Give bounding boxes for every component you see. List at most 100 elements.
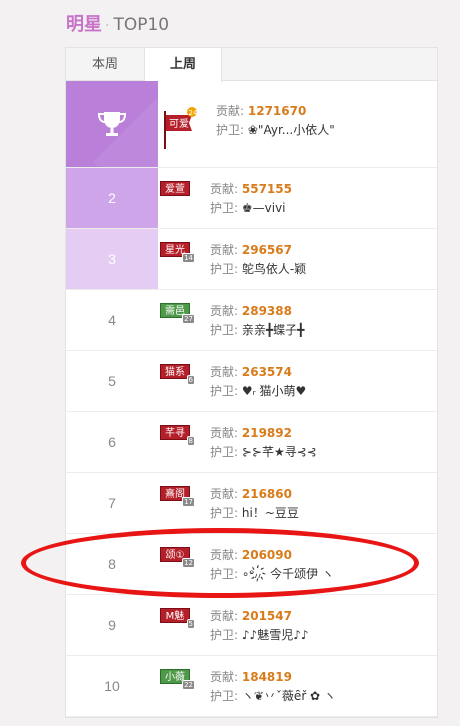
ranking-widget: 明星 · TOP10 本周 上周 可爱 24 贡献: 1271670 护卫: ❀… <box>0 0 460 726</box>
tab-this-week[interactable]: 本周 <box>66 48 144 81</box>
row-content: 需邑 27 贡献: 289388 护卫: 亲亲╋蝶子╋ <box>158 290 437 350</box>
contribution-value: 216860 <box>241 487 292 501</box>
row-info: 贡献: 289388 护卫: 亲亲╋蝶子╋ <box>210 302 304 340</box>
fan-badge: 猫系 6 <box>160 364 195 385</box>
ranking-row-8[interactable]: 8 颂① 12 贡献: 206090 护卫: ∘ᵒ៸៸҉ 今千颂伊 ヽ <box>66 534 437 595</box>
contribution-label: 贡献: <box>210 365 239 379</box>
guard-name[interactable]: ∘ᵒ៸៸҉ 今千颂伊 ヽ <box>242 567 334 581</box>
ranking-row-5[interactable]: 5 猫系 6 贡献: 263574 护卫: ♥ᵣ 猫小萌♥ <box>66 351 437 412</box>
ranking-row-10[interactable]: 10 小薇 22 贡献: 184819 护卫: ヽ❦丷ˇ薇ȇř ✿ ヽ <box>66 656 437 717</box>
row-info: 贡献: 1271670 护卫: ❀"Ayr...小依人" <box>216 102 335 140</box>
contribution-value: 219892 <box>241 426 292 440</box>
guard-name[interactable]: ❀"Ayr...小依人" <box>248 123 335 137</box>
fan-badge-level: 22 <box>182 680 195 690</box>
fan-badge-level: 12 <box>182 558 195 568</box>
rank-number: 5 <box>108 373 116 389</box>
contribution-label: 贡献: <box>210 548 239 562</box>
row-info: 贡献: 263574 护卫: ♥ᵣ 猫小萌♥ <box>210 363 306 401</box>
ranking-row-4[interactable]: 4 需邑 27 贡献: 289388 护卫: 亲亲╋蝶子╋ <box>66 290 437 351</box>
tab-last-week[interactable]: 上周 <box>144 48 222 82</box>
guard-label: 护卫: <box>216 123 245 137</box>
row-content: 可爱 24 贡献: 1271670 护卫: ❀"Ayr...小依人" <box>158 81 437 167</box>
row-info: 贡献: 206090 护卫: ∘ᵒ៸៸҉ 今千颂伊 ヽ <box>210 546 334 584</box>
widget-title: TOP10 <box>113 15 170 35</box>
guard-label: 护卫: <box>210 506 239 520</box>
guard-name[interactable]: hi！~豆豆 <box>242 506 299 520</box>
contribution-label: 贡献: <box>210 304 239 318</box>
guard-name[interactable]: ♚—vivi <box>242 201 286 215</box>
contribution-value: 184819 <box>241 670 292 684</box>
row-info: 贡献: 201547 护卫: ♪♪魅雪児♪♪ <box>210 607 309 645</box>
fan-badge-label: 猫系 <box>165 367 185 378</box>
separator-dot: · <box>105 18 110 34</box>
flag-badge-level: 24 <box>189 109 198 117</box>
fan-badge-level: 8 <box>186 436 195 446</box>
rank-number: 2 <box>66 168 158 228</box>
guard-label: 护卫: <box>210 201 239 215</box>
fan-badge-level: 6 <box>186 375 195 385</box>
contribution-label: 贡献: <box>210 426 239 440</box>
row-content: 芊寻 8 贡献: 219892 护卫: ⊱⊱芊★寻⊰⊰ <box>158 412 437 472</box>
row-content: 小薇 22 贡献: 184819 护卫: ヽ❦丷ˇ薇ȇř ✿ ヽ <box>158 656 437 716</box>
guard-name[interactable]: ♪♪魅雪児♪♪ <box>242 628 309 642</box>
rank-number: 4 <box>108 312 116 328</box>
rank-number: 7 <box>108 495 116 511</box>
contribution-label: 贡献: <box>210 670 239 684</box>
guard-name[interactable]: 鸵鸟依人-颖 <box>242 262 306 276</box>
guard-name[interactable]: 亲亲╋蝶子╋ <box>242 323 304 337</box>
rank-number: 8 <box>108 556 116 572</box>
ranking-row-9[interactable]: 9 M魅 5 贡献: 201547 护卫: ♪♪魅雪児♪♪ <box>66 595 437 656</box>
fan-badge-label: M魅 <box>165 611 185 622</box>
row-info: 贡献: 557155 护卫: ♚—vivi <box>210 180 292 218</box>
row-info: 贡献: 184819 护卫: ヽ❦丷ˇ薇ȇř ✿ ヽ <box>210 668 336 706</box>
contribution-value: 201547 <box>241 609 292 623</box>
guard-name[interactable]: ♥ᵣ 猫小萌♥ <box>242 384 306 398</box>
contribution-value: 206090 <box>241 548 292 562</box>
trophy-icon <box>97 112 127 136</box>
rank-cell <box>66 81 158 167</box>
ranking-row-3[interactable]: 3 星光 14 贡献: 296567 护卫: 鸵鸟依人-颖 <box>66 229 437 290</box>
guard-name[interactable]: ⊱⊱芊★寻⊰⊰ <box>242 445 317 459</box>
rank-number: 10 <box>104 678 120 694</box>
guard-label: 护卫: <box>210 689 239 703</box>
ranking-row-2[interactable]: 2 爱萱 贡献: 557155 护卫: ♚—vivi <box>66 168 437 229</box>
contribution-label: 贡献: <box>210 243 239 257</box>
flag-badge-label: 可爱 <box>169 117 189 130</box>
ranking-row-7[interactable]: 7 熹阁 17 贡献: 216860 护卫: hi！~豆豆 <box>66 473 437 534</box>
contribution-value: 1271670 <box>247 104 307 118</box>
row-content: 爱萱 贡献: 557155 护卫: ♚—vivi <box>158 168 437 228</box>
row-content: 猫系 6 贡献: 263574 护卫: ♥ᵣ 猫小萌♥ <box>158 351 437 411</box>
contribution-label: 贡献: <box>210 182 239 196</box>
guard-label: 护卫: <box>210 445 239 459</box>
fan-badge-label: 芊寻 <box>165 428 185 439</box>
ranking-row-6[interactable]: 6 芊寻 8 贡献: 219892 护卫: ⊱⊱芊★寻⊰⊰ <box>66 412 437 473</box>
rank-number: 3 <box>66 229 158 289</box>
guard-label: 护卫: <box>210 384 239 398</box>
contribution-label: 贡献: <box>210 609 239 623</box>
row-info: 贡献: 296567 护卫: 鸵鸟依人-颖 <box>210 241 306 279</box>
row-info: 贡献: 216860 护卫: hi！~豆豆 <box>210 485 299 523</box>
guard-name[interactable]: ヽ❦丷ˇ薇ȇř ✿ ヽ <box>242 689 336 703</box>
row-content: 星光 14 贡献: 296567 护卫: 鸵鸟依人-颖 <box>158 229 437 289</box>
row-content: 颂① 12 贡献: 206090 护卫: ∘ᵒ៸៸҉ 今千颂伊 ヽ <box>158 534 437 594</box>
rank-number: 9 <box>108 617 116 633</box>
fan-badge-label: 爱萱 <box>165 184 185 195</box>
ranking-row-1[interactable]: 可爱 24 贡献: 1271670 护卫: ❀"Ayr...小依人" <box>66 81 437 168</box>
fan-badge: 星光 14 <box>160 242 195 263</box>
tab-bar: 本周 上周 <box>66 48 437 82</box>
contribution-label: 贡献: <box>210 487 239 501</box>
contribution-value: 289388 <box>241 304 292 318</box>
fan-badge: 小薇 22 <box>160 669 195 690</box>
contribution-value: 296567 <box>241 243 292 257</box>
row-content: 熹阁 17 贡献: 216860 护卫: hi！~豆豆 <box>158 473 437 533</box>
fan-badge: 熹阁 17 <box>160 486 195 507</box>
row-content: M魅 5 贡献: 201547 护卫: ♪♪魅雪児♪♪ <box>158 595 437 655</box>
ranking-list: 可爱 24 贡献: 1271670 护卫: ❀"Ayr...小依人" 2 爱萱 … <box>66 81 437 717</box>
fan-badge-level: 5 <box>186 619 195 629</box>
fan-badge: 需邑 27 <box>160 303 195 324</box>
guard-label: 护卫: <box>210 323 239 337</box>
fan-badge-level: 17 <box>182 497 195 507</box>
brand-title: 明星 <box>66 14 102 35</box>
guard-label: 护卫: <box>210 628 239 642</box>
ranking-panel: 本周 上周 可爱 24 贡献: 1271670 护卫: ❀"Ayr...小依人"… <box>65 47 438 718</box>
